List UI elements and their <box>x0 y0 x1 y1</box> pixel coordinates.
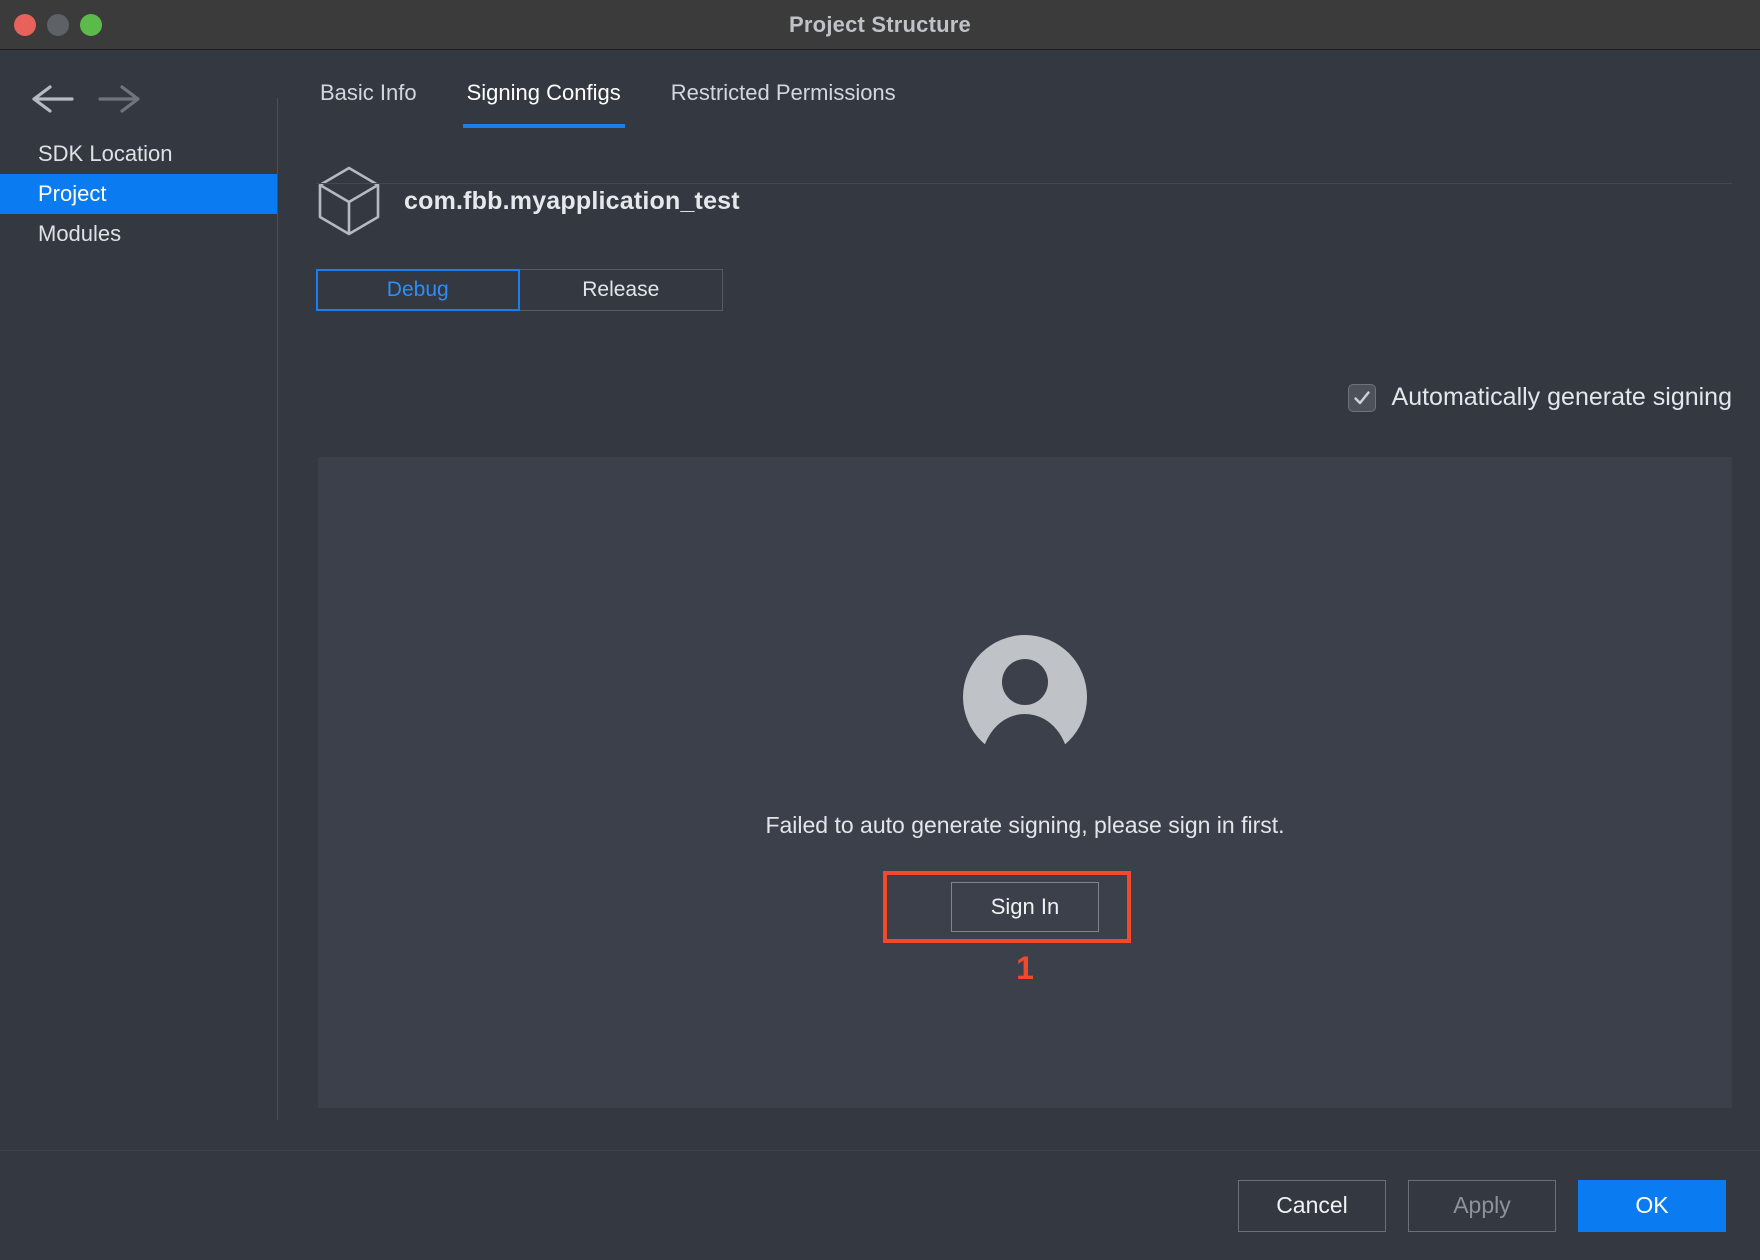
ok-button[interactable]: OK <box>1578 1179 1726 1232</box>
apply-button[interactable]: Apply <box>1408 1179 1556 1232</box>
build-variant-release[interactable]: Release <box>519 269 723 311</box>
sign-in-button[interactable]: Sign In <box>951 882 1099 932</box>
tab-signing-configs[interactable]: Signing Configs <box>462 72 625 128</box>
ok-button-label: OK <box>1635 1192 1669 1218</box>
sidebar-nav-arrows <box>0 72 278 134</box>
tab-bar: Basic Info Signing Configs Restricted Pe… <box>316 50 1732 128</box>
auto-generate-signing-label: Automatically generate signing <box>1391 383 1732 411</box>
zoom-button[interactable] <box>80 14 102 36</box>
tab-label: Restricted Permissions <box>670 80 896 105</box>
apply-button-label: Apply <box>1453 1192 1511 1218</box>
sidebar-item-label: Project <box>38 181 107 206</box>
auto-generate-signing-checkbox[interactable] <box>1347 383 1376 412</box>
auto-generate-signing-row[interactable]: Automatically generate signing <box>1347 383 1732 412</box>
minimize-button[interactable] <box>47 14 69 36</box>
tab-restricted-permissions[interactable]: Restricted Permissions <box>667 72 900 128</box>
project-structure-dialog: Project Structure SDK Location Project M… <box>0 0 1760 1260</box>
window-title: Project Structure <box>789 11 971 37</box>
sidebar-item-label: Modules <box>38 221 122 246</box>
arrow-left-icon[interactable] <box>30 82 76 116</box>
close-button[interactable] <box>14 14 36 36</box>
failure-message: Failed to auto generate signing, please … <box>765 812 1285 838</box>
annotation-number: 1 <box>1016 950 1034 986</box>
build-variant-label: Release <box>582 278 660 301</box>
arrow-right-icon[interactable] <box>96 82 142 116</box>
cancel-button-label: Cancel <box>1276 1192 1348 1218</box>
sign-in-area: Sign In 1 <box>883 871 1131 986</box>
sidebar: SDK Location Project Modules <box>0 50 278 1150</box>
application-header: com.fbb.myapplication_test <box>316 165 1732 237</box>
sidebar-item-label: SDK Location <box>38 141 173 166</box>
tab-label: Signing Configs <box>466 80 621 105</box>
application-id: com.fbb.myapplication_test <box>404 186 740 215</box>
sidebar-item-list: SDK Location Project Modules <box>0 134 278 254</box>
sidebar-item-modules[interactable]: Modules <box>0 214 278 254</box>
build-variant-toggle: Debug Release <box>316 269 723 311</box>
window-titlebar: Project Structure <box>0 0 1760 50</box>
empty-state: Failed to auto generate signing, please … <box>318 635 1732 986</box>
build-variant-label: Debug <box>386 278 449 301</box>
user-avatar-icon <box>961 635 1089 759</box>
build-variant-debug[interactable]: Debug <box>316 269 520 311</box>
checkmark-icon <box>1353 390 1370 404</box>
cancel-button[interactable]: Cancel <box>1238 1179 1386 1232</box>
sidebar-item-project[interactable]: Project <box>0 174 278 214</box>
dialog-footer: Cancel Apply OK <box>0 1150 1760 1260</box>
tab-basic-info[interactable]: Basic Info <box>316 72 421 128</box>
sidebar-item-sdk-location[interactable]: SDK Location <box>0 134 278 174</box>
dialog-body: SDK Location Project Modules Basic Info … <box>0 50 1760 1150</box>
cube-icon <box>316 165 382 237</box>
tab-label: Basic Info <box>320 80 417 105</box>
window-controls <box>14 0 102 50</box>
sign-in-button-label: Sign In <box>990 894 1060 919</box>
signing-config-panel: Failed to auto generate signing, please … <box>318 457 1732 1108</box>
tab-bar-underline <box>316 183 1732 184</box>
